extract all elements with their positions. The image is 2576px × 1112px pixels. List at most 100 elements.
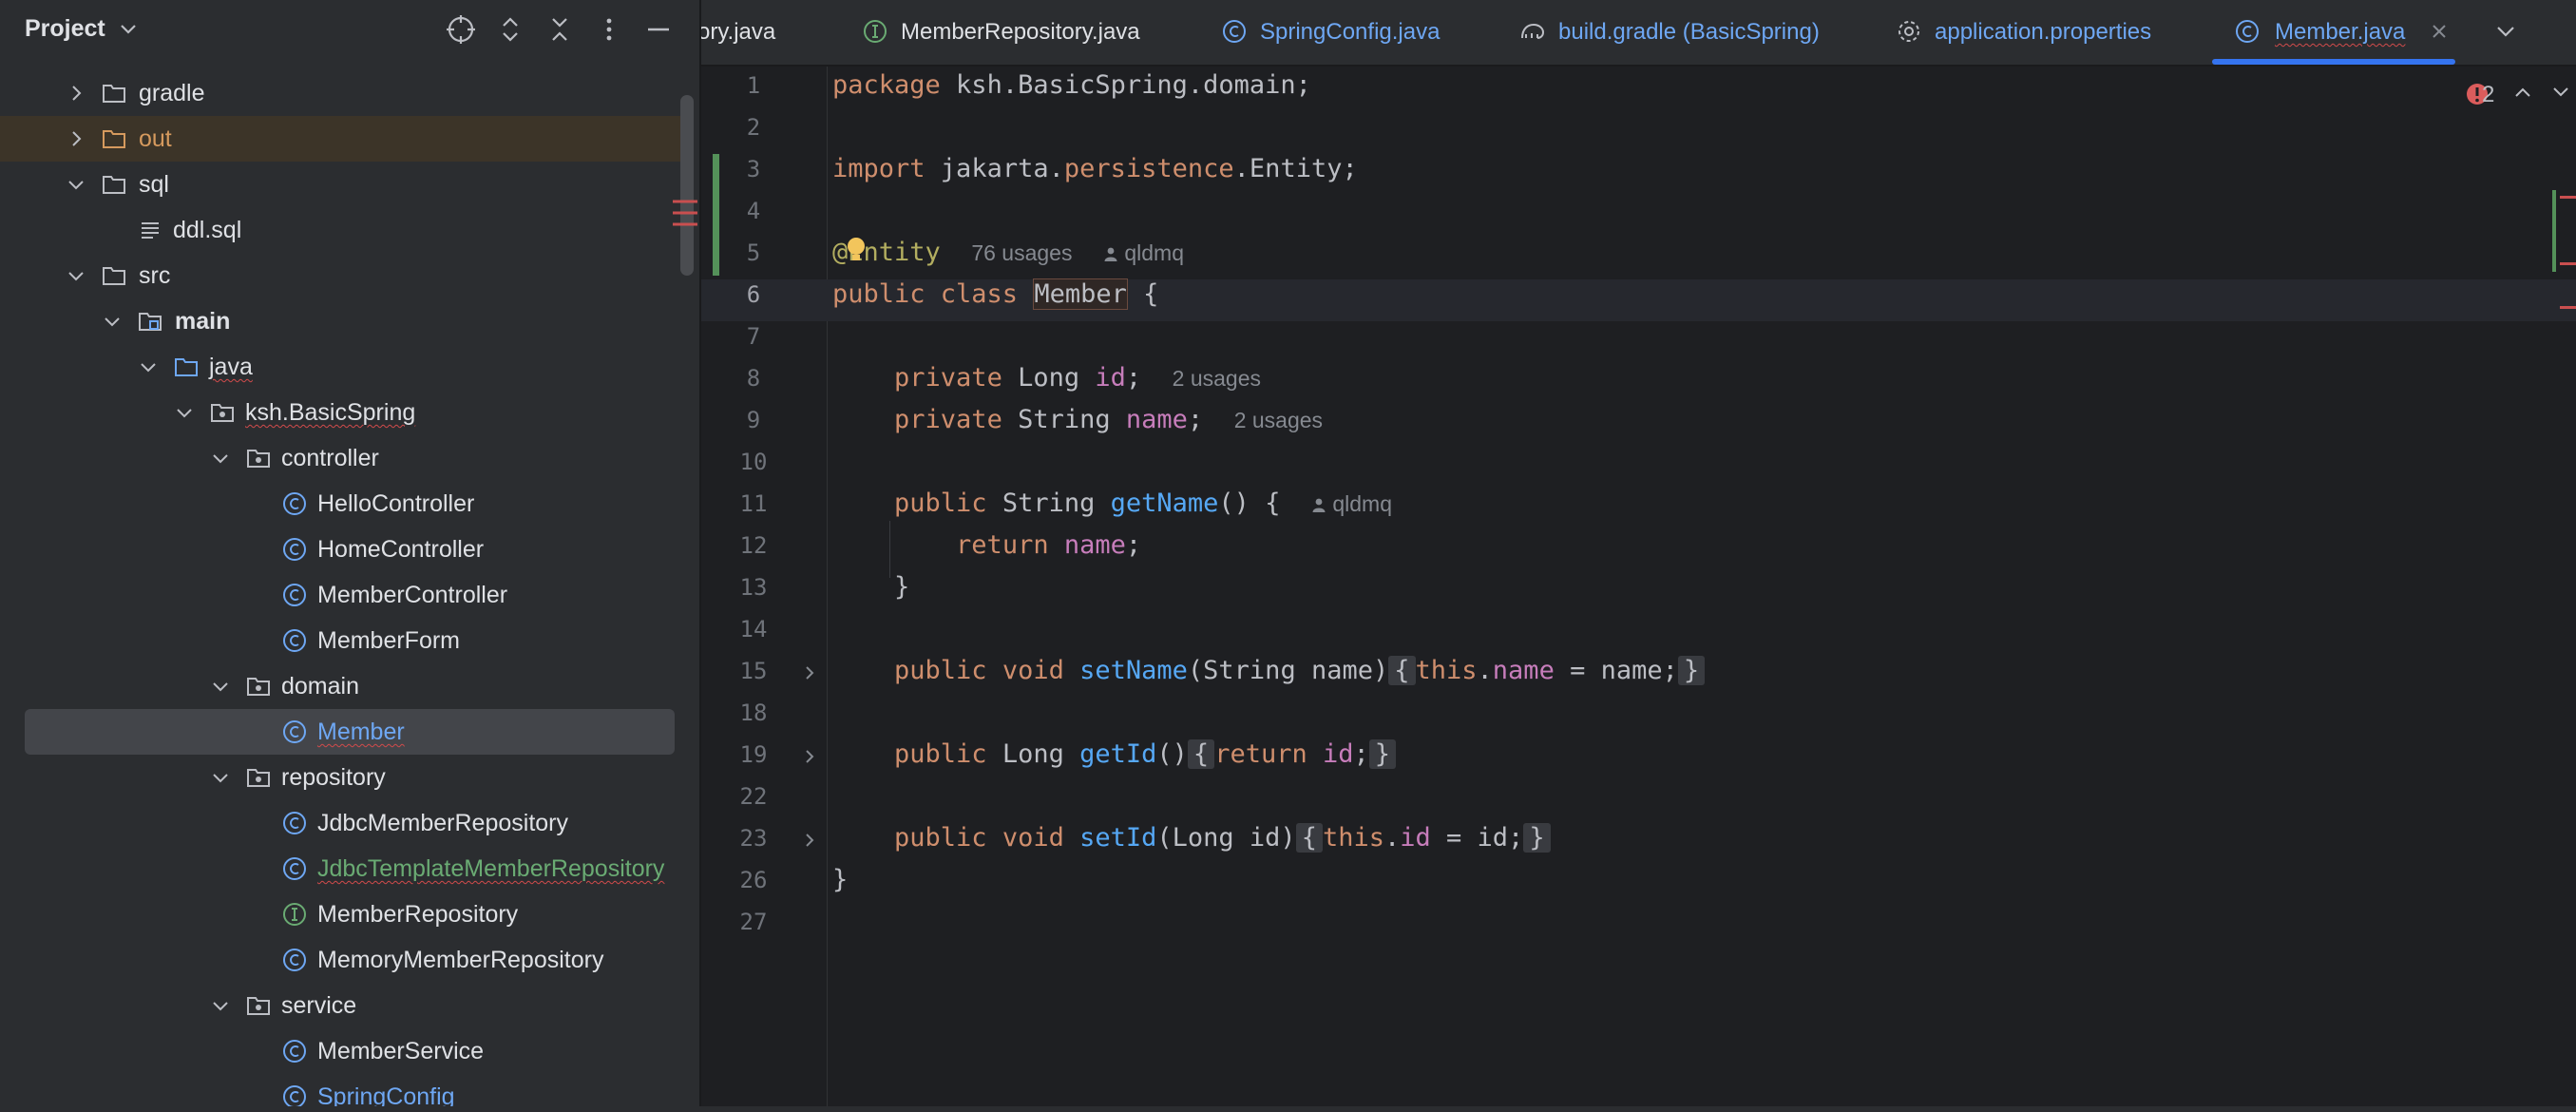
chevron-down-icon[interactable] — [209, 994, 232, 1017]
chevron-down-icon[interactable] — [101, 310, 124, 333]
tree-item-springconfig[interactable]: SpringConfig — [0, 1074, 680, 1106]
tree-item-memberservice[interactable]: MemberService — [0, 1028, 680, 1074]
tree-item-ddl-sql[interactable]: ddl.sql — [0, 207, 680, 253]
usages-hint[interactable]: 76 usages — [971, 240, 1072, 265]
tree-item-controller[interactable]: controller — [0, 435, 680, 481]
method-name: setName — [1079, 656, 1188, 685]
code-line[interactable]: 10 — [701, 443, 2576, 485]
tree-item-hellocontroller[interactable]: HelloController — [0, 481, 680, 527]
code-line[interactable]: 7 — [701, 317, 2576, 359]
tab-member-java[interactable]: Member.java — [2233, 0, 2480, 65]
tree-item-service[interactable]: service — [0, 983, 680, 1028]
tree-item-memorymemberrepository[interactable]: MemoryMemberRepository — [0, 937, 680, 983]
code-line[interactable]: 13 } — [701, 568, 2576, 610]
chevron-up-icon[interactable] — [2512, 82, 2533, 103]
code-line[interactable]: 14 — [701, 610, 2576, 652]
folded-open-brace[interactable]: { — [1388, 656, 1416, 685]
hide-panel-icon[interactable] — [642, 13, 675, 46]
chevron-down-icon[interactable] — [209, 675, 232, 698]
tree-item-repository[interactable]: repository — [0, 755, 680, 800]
code-line[interactable]: 5 @Entity 76 usages qldmq — [701, 234, 2576, 276]
tree-item-ksh-basicspring[interactable]: ksh.BasicSpring — [0, 390, 680, 435]
folded-open-brace[interactable]: { — [1295, 823, 1323, 853]
code-line[interactable]: 8 private Long id; 2 usages — [701, 359, 2576, 401]
code-line[interactable]: 27 — [701, 903, 2576, 945]
tree-item-sql[interactable]: sql — [0, 162, 680, 207]
chevron-down-icon[interactable] — [209, 447, 232, 470]
tab-springconfig-java[interactable]: SpringConfig.java — [1220, 0, 1467, 65]
chevron-down-icon[interactable] — [209, 766, 232, 789]
fold-expand-icon[interactable] — [800, 663, 819, 682]
tab-build-gradle[interactable]: build.gradle (BasicSpring) — [1518, 0, 1860, 65]
lightbulb-icon[interactable] — [844, 236, 868, 264]
tree-item-jdbctemplatememberrepository[interactable]: JdbcTemplateMemberRepository — [0, 846, 680, 892]
code-line[interactable]: 6 public class Member { — [701, 276, 2576, 317]
user-icon — [1312, 498, 1326, 512]
code-text: private String name; 2 usages — [832, 405, 1323, 434]
fold-expand-icon[interactable] — [800, 747, 819, 766]
chevron-down-icon[interactable] — [173, 401, 196, 424]
keyword: this — [1322, 823, 1384, 853]
tree-item-jdbcmemberrepository[interactable]: JdbcMemberRepository — [0, 800, 680, 846]
folded-close-brace[interactable]: } — [1677, 656, 1706, 685]
tree-item-memberform[interactable]: MemberForm — [0, 618, 680, 663]
folded-close-brace[interactable]: } — [1368, 739, 1397, 769]
error-stripe-mark[interactable] — [2560, 306, 2576, 309]
tree-item-main[interactable]: main — [0, 298, 680, 344]
code-line[interactable]: 26 } — [701, 861, 2576, 903]
chevron-down-icon[interactable] — [137, 355, 160, 378]
tab-application-properties[interactable]: application.properties — [1895, 0, 2180, 65]
tree-item-out[interactable]: out — [0, 116, 680, 162]
code-line[interactable]: 1 package ksh.BasicSpring.domain; — [701, 67, 2576, 108]
tree-item-homecontroller[interactable]: HomeController — [0, 527, 680, 572]
code-editor[interactable]: 1 package ksh.BasicSpring.domain; 2 3 im… — [701, 67, 2576, 1106]
chevron-down-icon[interactable] — [2550, 82, 2571, 103]
code-line[interactable]: 22 — [701, 777, 2576, 819]
locate-icon[interactable] — [445, 13, 477, 46]
usages-hint[interactable]: 2 usages — [1173, 366, 1261, 391]
tree-item-java[interactable]: java — [0, 344, 680, 390]
author-hint[interactable]: qldmq — [1311, 491, 1392, 516]
fold-expand-icon[interactable] — [800, 831, 819, 850]
code-line[interactable]: 18 — [701, 694, 2576, 736]
usages-hint[interactable]: 2 usages — [1234, 408, 1323, 432]
project-panel: Project gradle out sql ddl.sql src main — [0, 0, 699, 1106]
code-line[interactable]: 3 import jakarta.persistence.Entity; — [701, 150, 2576, 192]
tree-item-gradle[interactable]: gradle — [0, 70, 680, 116]
line-number: 15 — [739, 658, 768, 684]
tab-ory-java[interactable]: ory.java — [701, 0, 815, 65]
error-stripe-mark[interactable] — [2560, 196, 2576, 199]
code-line[interactable]: 4 — [701, 192, 2576, 234]
code-line[interactable]: 12 return name; — [701, 527, 2576, 568]
close-icon[interactable] — [2429, 21, 2450, 42]
author-hint[interactable]: qldmq — [1103, 240, 1184, 265]
chevron-right-icon[interactable] — [65, 82, 87, 105]
folded-open-brace[interactable]: { — [1187, 739, 1215, 769]
tree-item-member[interactable]: Member — [25, 709, 675, 755]
vcs-change-stripe[interactable] — [2552, 190, 2556, 272]
code-line[interactable]: 11 public String getName() { qldmq — [701, 485, 2576, 527]
code-line[interactable]: 9 private String name; 2 usages — [701, 401, 2576, 443]
tab-memberrepository-java[interactable]: MemberRepository.java — [861, 0, 1184, 65]
code-line[interactable]: 2 — [701, 108, 2576, 150]
author-name: qldmq — [1332, 491, 1393, 516]
chevron-down-icon[interactable] — [65, 264, 87, 287]
folded-close-brace[interactable]: } — [1523, 823, 1551, 853]
more-options-icon[interactable] — [593, 13, 625, 46]
tree-item-domain[interactable]: domain — [0, 663, 680, 709]
error-stripe-mark[interactable] — [2560, 262, 2576, 265]
code-line[interactable]: 15 public void setName(String name){this… — [701, 652, 2576, 694]
tree-item-src[interactable]: src — [0, 253, 680, 298]
project-panel-title[interactable]: Project — [25, 15, 137, 43]
error-count[interactable]: 2 — [2482, 82, 2494, 108]
chevron-down-icon[interactable] — [65, 173, 87, 196]
code-line[interactable]: 23 public void setId(Long id){this.id = … — [701, 819, 2576, 861]
code-line[interactable]: 19 public Long getId(){return id;} — [701, 736, 2576, 777]
expand-all-icon[interactable] — [494, 13, 526, 46]
tree-item-membercontroller[interactable]: MemberController — [0, 572, 680, 618]
collapse-all-icon[interactable] — [544, 13, 576, 46]
chevron-right-icon[interactable] — [65, 127, 87, 150]
tree-item-memberrepository[interactable]: MemberRepository — [0, 892, 680, 937]
tree-scrollbar[interactable] — [680, 95, 694, 276]
tab-list-chevron-icon[interactable] — [2493, 19, 2518, 44]
